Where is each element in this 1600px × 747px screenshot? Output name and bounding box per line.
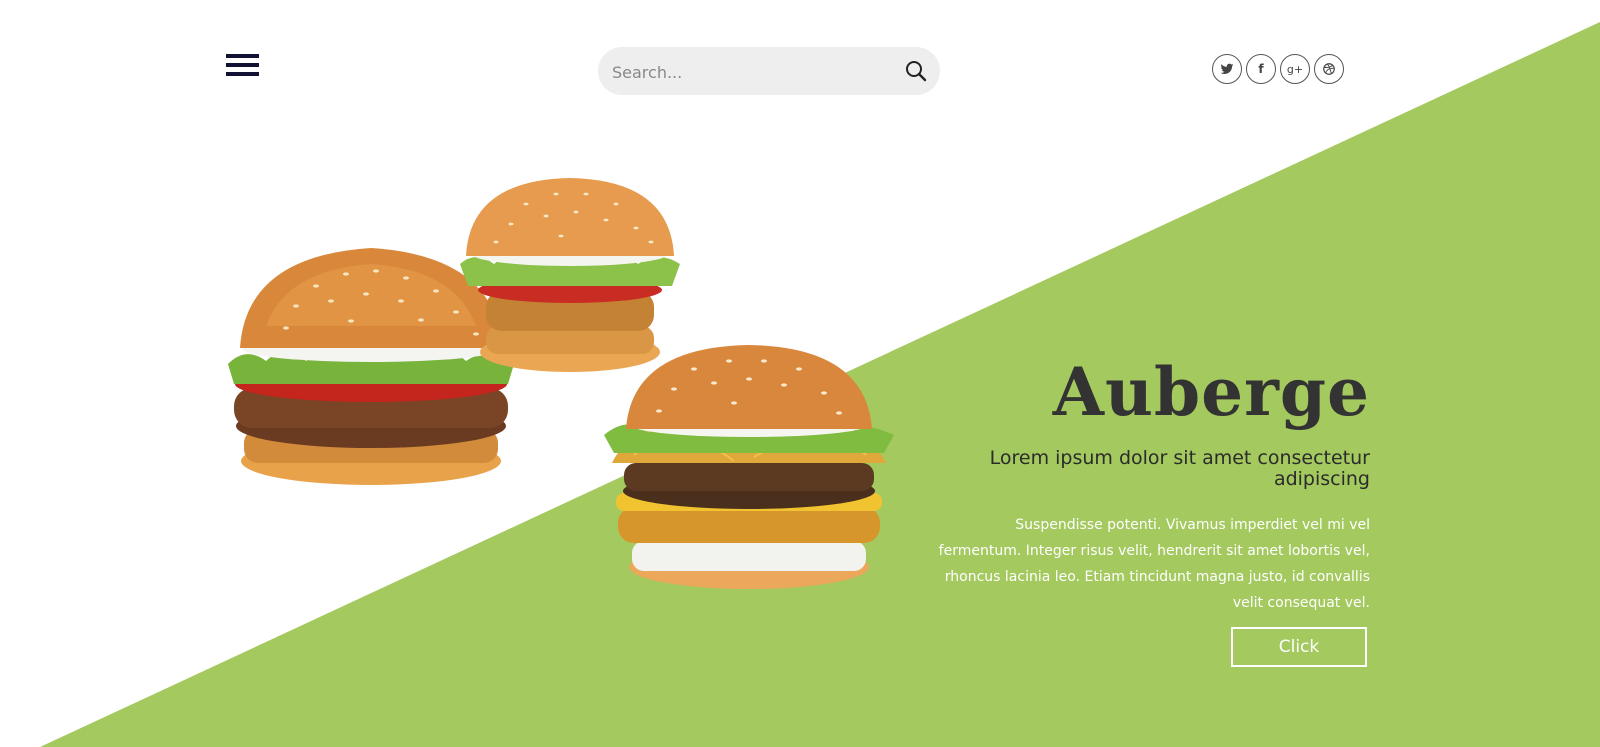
search-box	[598, 47, 940, 97]
google-plus-glyph: g+	[1286, 62, 1304, 76]
google-plus-icon[interactable]: g+	[1280, 54, 1310, 84]
facebook-icon[interactable]: f	[1246, 54, 1276, 84]
burger-image-front	[604, 345, 894, 589]
menu-line	[226, 54, 259, 58]
hero-title: Auberge	[1052, 353, 1370, 431]
twitter-icon[interactable]	[1212, 54, 1242, 84]
menu-line	[226, 63, 259, 67]
search-input[interactable]	[610, 47, 894, 97]
hero-description: Suspendisse potenti. Vivamus imperdiet v…	[938, 517, 1370, 611]
facebook-glyph: f	[1258, 62, 1264, 76]
hero-section: f g+	[0, 0, 1600, 747]
hero-content: Auberge Lorem ipsum dolor sit amet conse…	[930, 352, 1370, 616]
hamburger-menu-icon[interactable]	[226, 52, 263, 80]
hero-subtitle: Lorem ipsum dolor sit amet consectetur a…	[989, 447, 1370, 490]
dribbble-icon[interactable]	[1314, 54, 1344, 84]
click-button[interactable]: Click	[1231, 627, 1367, 667]
search-icon[interactable]	[904, 59, 928, 83]
menu-line	[226, 72, 259, 76]
social-links: f g+	[1212, 54, 1344, 84]
